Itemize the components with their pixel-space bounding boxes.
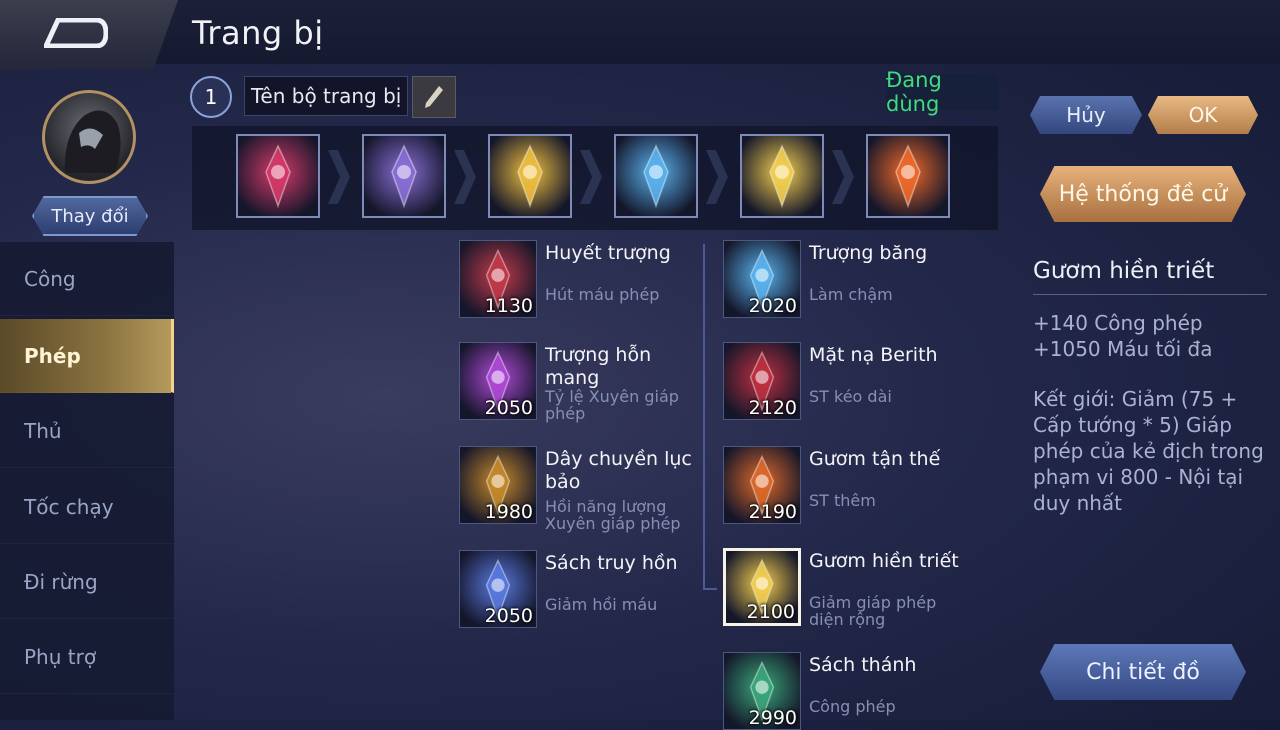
item-price: 1130 [484, 295, 533, 317]
hero-avatar[interactable] [42, 90, 136, 184]
category-magic[interactable]: Phép [0, 319, 174, 393]
build-set-number-badge[interactable]: 1 [190, 76, 232, 118]
upgrade-path-arrow [703, 588, 717, 590]
item-name[interactable]: Huyết trượng [545, 242, 705, 265]
item-icon[interactable]: 2050 [459, 342, 537, 420]
item-icon[interactable]: 2100 [723, 548, 801, 626]
item-name[interactable]: Gươm tận thế [809, 448, 969, 471]
build-slot[interactable] [740, 134, 824, 218]
item-description: Công phép [809, 697, 896, 716]
build-slot[interactable] [362, 134, 446, 218]
detail-stat: +1050 Máu tối đa [1033, 337, 1213, 361]
change-hero-button[interactable]: Thay đổi [32, 196, 148, 236]
in-use-status: Đang dùng [886, 68, 998, 116]
item-name[interactable]: Trượng băng [809, 242, 969, 265]
item-price: 2190 [748, 501, 797, 523]
item-name[interactable]: Trượng hỗn mang [545, 344, 705, 390]
item-description: Làm chậm [809, 285, 893, 304]
build-slot-icon [364, 136, 444, 216]
item-description: ST thêm [809, 491, 876, 510]
item-price: 2050 [484, 605, 533, 627]
item-description: Giảm giáp phép diện rộng [809, 593, 937, 629]
item-name[interactable]: Sách truy hồn [545, 552, 705, 575]
item-description: Hồi năng lượng Xuyên giáp phép [545, 497, 681, 533]
item-icon[interactable]: 2990 [723, 652, 801, 730]
item-price: 2120 [748, 397, 797, 419]
recommended-system-button[interactable]: Hệ thống đề cử [1040, 166, 1246, 222]
category-sidebar: Công Phép Thủ Tốc chạy Đi rừng Phụ trợ [0, 242, 174, 720]
build-slot[interactable] [236, 134, 320, 218]
item-name[interactable]: Gươm hiền triết [809, 550, 969, 573]
item-icon[interactable]: 2120 [723, 342, 801, 420]
build-slot[interactable] [488, 134, 572, 218]
item-icon[interactable]: 2020 [723, 240, 801, 318]
build-slot-icon [868, 136, 948, 216]
item-icon[interactable]: 1980 [459, 446, 537, 524]
item-price: 2050 [484, 397, 533, 419]
category-jungle[interactable]: Đi rừng [0, 545, 174, 619]
build-set-name-field[interactable]: Tên bộ trang bị [244, 76, 408, 116]
back-button[interactable] [0, 0, 178, 70]
build-slot[interactable] [614, 134, 698, 218]
page-title: Trang bị [192, 14, 324, 52]
cancel-button[interactable]: Hủy [1030, 96, 1142, 134]
detail-item-title: Gươm hiền triết [1033, 258, 1215, 284]
item-name[interactable]: Mặt nạ Berith [809, 344, 969, 367]
detail-description: Kết giới: Giảm (75 + Cấp tướng * 5) Giáp… [1033, 387, 1264, 515]
hero-portrait-icon [64, 110, 121, 173]
detail-stat: +140 Công phép [1033, 311, 1203, 335]
item-detail-button[interactable]: Chi tiết đồ [1040, 644, 1246, 700]
build-slot-icon [490, 136, 570, 216]
item-price: 2990 [748, 707, 797, 729]
item-name[interactable]: Sách thánh [809, 654, 969, 677]
category-attack[interactable]: Công [0, 242, 174, 316]
build-slot-icon [616, 136, 696, 216]
item-description: Tỷ lệ Xuyên giáp phép [545, 387, 679, 423]
category-support[interactable]: Phụ trợ [0, 620, 174, 694]
item-icon[interactable]: 2190 [723, 446, 801, 524]
build-slot-icon [238, 136, 318, 216]
item-price: 2020 [748, 295, 797, 317]
item-icon[interactable]: 1130 [459, 240, 537, 318]
item-price: 1980 [484, 501, 533, 523]
ok-button[interactable]: OK [1148, 96, 1258, 134]
category-defense[interactable]: Thủ [0, 394, 174, 468]
back-arrow-icon [44, 18, 108, 48]
pencil-icon [425, 86, 443, 108]
edit-name-button[interactable] [412, 76, 456, 118]
item-icon[interactable]: 2050 [459, 550, 537, 628]
build-slot[interactable] [866, 134, 950, 218]
item-description: Giảm hồi máu [545, 595, 658, 614]
item-price: 2100 [746, 601, 795, 623]
item-description: ST kéo dài [809, 387, 892, 406]
category-movement[interactable]: Tốc chạy [0, 470, 174, 544]
item-name[interactable]: Dây chuyền lục bảo [545, 448, 705, 494]
detail-divider [1033, 294, 1267, 295]
item-description: Hút máu phép [545, 285, 660, 304]
detail-stats: +140 Công phép +1050 Máu tối đa [1033, 310, 1213, 362]
build-slot-icon [742, 136, 822, 216]
